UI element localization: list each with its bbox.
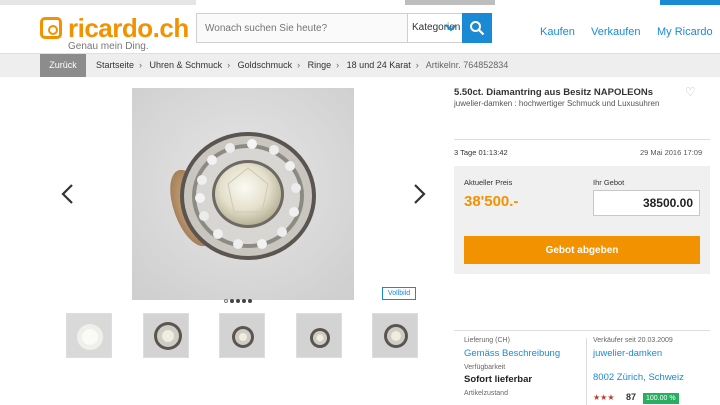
pagination-dot[interactable] — [224, 299, 228, 303]
search-bar: Kategorien — [196, 13, 492, 43]
current-price: 38'500.- — [464, 193, 519, 210]
chevron-down-icon — [445, 24, 457, 32]
logo-icon — [40, 17, 62, 39]
breadcrumb-item[interactable]: Goldschmuck — [238, 60, 293, 70]
main-product-image[interactable] — [132, 88, 354, 300]
bid-amount-input[interactable] — [593, 190, 700, 216]
place-bid-button[interactable]: Gebot abgeben — [464, 236, 700, 264]
breadcrumb-separator-icon: › — [415, 60, 419, 70]
seller-location[interactable]: 8002 Zürich, Schweiz — [593, 372, 684, 383]
availability-value: Sofort lieferbar — [464, 374, 533, 385]
condition-label: Artikelzustand — [464, 390, 508, 397]
breadcrumb-item[interactable]: Uhren & Schmuck — [150, 60, 223, 70]
thumbnail[interactable] — [219, 313, 265, 358]
breadcrumb-item[interactable]: Startseite — [96, 60, 134, 70]
pagination-dot[interactable] — [248, 299, 252, 303]
thumbnail-image — [220, 314, 264, 357]
thumbnail-image — [67, 314, 111, 357]
divider — [454, 139, 710, 140]
thumbnail-image — [144, 314, 188, 357]
seller-since-label: Verkäufer seit 20.03.2009 — [593, 337, 673, 344]
site-header: ricardo.ch Genau mein Ding. Kategorien K… — [0, 5, 720, 53]
breadcrumb-item[interactable]: 18 und 24 Karat — [347, 60, 411, 70]
next-image-arrow-icon[interactable] — [411, 183, 427, 205]
pagination-dot[interactable] — [230, 299, 234, 303]
previous-image-arrow-icon[interactable] — [60, 183, 76, 205]
nav-kaufen[interactable]: Kaufen — [540, 26, 575, 38]
back-button[interactable]: Zurück — [40, 54, 86, 77]
breadcrumb-item[interactable]: Ringe — [308, 60, 332, 70]
logo-tagline: Genau mein Ding. — [68, 41, 149, 52]
breadcrumb-trail: Startseite › Uhren & Schmuck › Goldschmuck… — [96, 54, 508, 77]
rating-percent-badge: 100.00 % — [643, 393, 679, 404]
seller-name[interactable]: juwelier-damken — [593, 348, 662, 359]
divider — [586, 338, 587, 405]
logo-text: ricardo.ch — [68, 13, 189, 43]
availability-label: Verfügbarkeit — [464, 364, 506, 371]
rating-score: 87 — [626, 392, 637, 402]
search-icon — [470, 21, 485, 36]
seller-description[interactable]: juwelier-damken : hochwertiger Schmuck u… — [454, 99, 672, 109]
current-price-label: Aktueller Preis — [464, 178, 513, 187]
heart-icon[interactable]: ♡ — [685, 85, 696, 99]
thumbnail[interactable] — [66, 313, 112, 358]
listing-title: 5.50ct. Diamantring aus Besitz NAPOLEONs — [454, 87, 654, 98]
search-button[interactable] — [462, 13, 492, 43]
thumbnail-image — [373, 314, 417, 357]
delivery-label: Lieferung (CH) — [464, 337, 510, 344]
fullscreen-button[interactable]: Vollbild — [382, 287, 416, 300]
breadcrumb-separator-icon: › — [227, 60, 231, 70]
thumbnail[interactable] — [143, 313, 189, 358]
article-number: Artikelnr. 764852834 — [425, 60, 509, 70]
auction-end-date: 29 Mai 2016 17:09 — [640, 148, 703, 157]
pagination-dot[interactable] — [242, 299, 246, 303]
image-pagination-dots — [224, 290, 254, 308]
diamond-ring-image — [132, 88, 354, 300]
thumbnail[interactable] — [372, 313, 418, 358]
your-bid-label: Ihr Gebot — [593, 178, 625, 187]
rating-stars-icon: ★★★ — [593, 393, 615, 402]
thumbnail[interactable] — [296, 313, 342, 358]
breadcrumb-separator-icon: › — [139, 60, 143, 70]
nav-my-ricardo[interactable]: My Ricardo — [657, 26, 713, 38]
thumbnail-image — [297, 314, 341, 357]
breadcrumb-separator-icon: › — [297, 60, 301, 70]
delivery-value[interactable]: Gemäss Beschreibung — [464, 348, 560, 359]
time-remaining: 3 Tage 01:13:42 — [454, 148, 508, 157]
breadcrumb: Zurück Startseite › Uhren & Schmuck › Gold… — [0, 53, 720, 77]
pagination-dot[interactable] — [236, 299, 240, 303]
breadcrumb-separator-icon: › — [336, 60, 340, 70]
search-input[interactable] — [196, 13, 408, 43]
nav-verkaufen[interactable]: Verkaufen — [591, 26, 641, 38]
